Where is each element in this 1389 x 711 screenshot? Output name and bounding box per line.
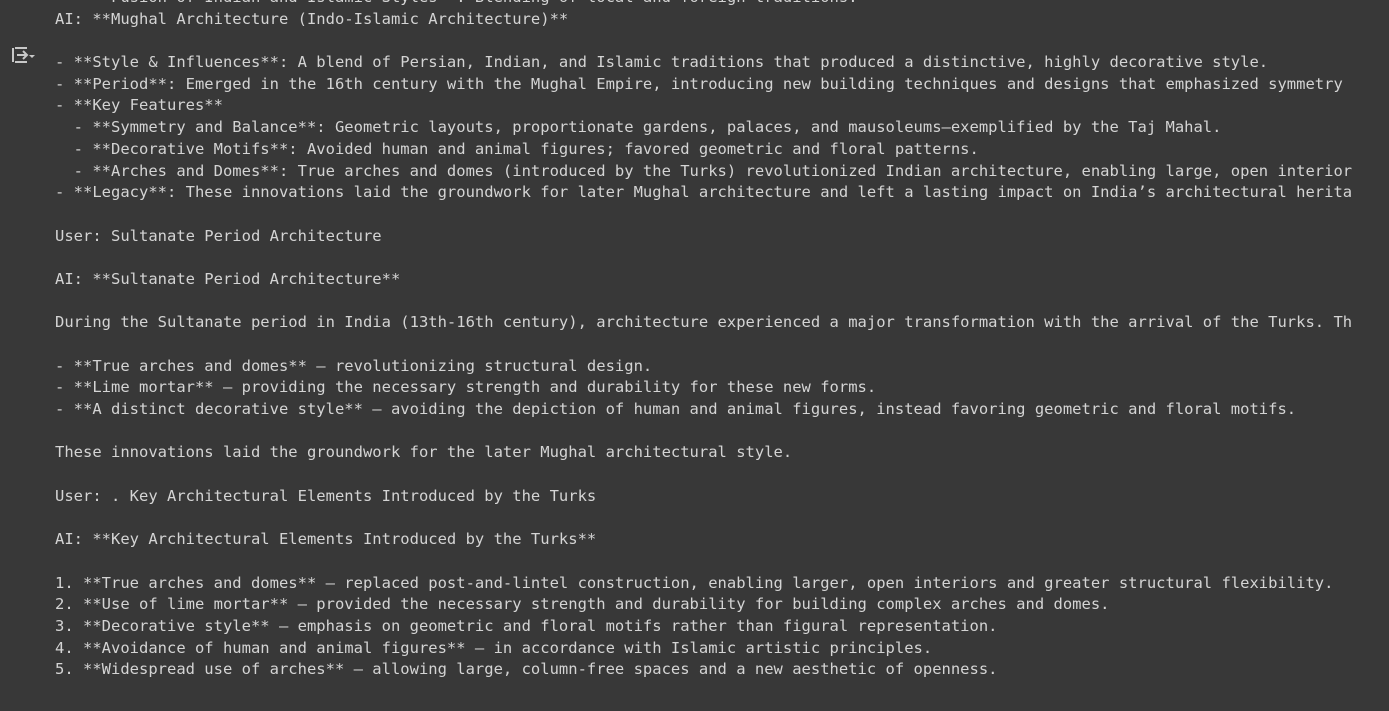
output-line: - **Fusion of Indian and Islamic Styles*… xyxy=(55,0,1389,9)
output-line: - **Legacy**: These innovations laid the… xyxy=(55,183,1353,202)
output-line: User: Sultanate Period Architecture xyxy=(55,226,382,245)
output-line: - **Symmetry and Balance**: Geometric la… xyxy=(55,118,1222,137)
output-line: User: . Key Architectural Elements Intro… xyxy=(55,486,597,505)
output-line: - **Decorative Motifs**: Avoided human a… xyxy=(55,139,979,158)
output-line: - **A distinct decorative style** – avoi… xyxy=(55,400,1297,419)
output-line: 2. **Use of lime mortar** – provided the… xyxy=(55,595,1110,614)
cell-output-area: - **Fusion of Indian and Islamic Styles*… xyxy=(0,0,1389,711)
output-line: - **True arches and domes** – revolution… xyxy=(55,356,653,375)
output-line: - **Arches and Domes**: True arches and … xyxy=(55,161,1353,180)
output-line: AI: **Sultanate Period Architecture** xyxy=(55,269,401,288)
output-line: - **Style & Influences**: A blend of Per… xyxy=(55,53,1269,72)
output-line: - **Period**: Emerged in the 16th centur… xyxy=(55,74,1343,93)
output-line: 4. **Avoidance of human and animal figur… xyxy=(55,638,933,657)
output-line: AI: **Key Architectural Elements Introdu… xyxy=(55,530,597,549)
output-line: These innovations laid the groundwork fo… xyxy=(55,443,793,462)
output-collapse-icon[interactable] xyxy=(10,43,38,67)
output-line: 1. **True arches and domes** – replaced … xyxy=(55,573,1334,592)
output-line: - **Lime mortar** – providing the necess… xyxy=(55,378,877,397)
output-line: 3. **Decorative style** – emphasis on ge… xyxy=(55,616,998,635)
output-text: - **Fusion of Indian and Islamic Styles*… xyxy=(55,0,1389,681)
output-line: During the Sultanate period in India (13… xyxy=(55,313,1353,332)
output-line: AI: **Mughal Architecture (Indo-Islamic … xyxy=(55,9,569,28)
output-line: - **Key Features** xyxy=(55,96,223,115)
output-line: 5. **Widespread use of arches** – allowi… xyxy=(55,660,998,679)
